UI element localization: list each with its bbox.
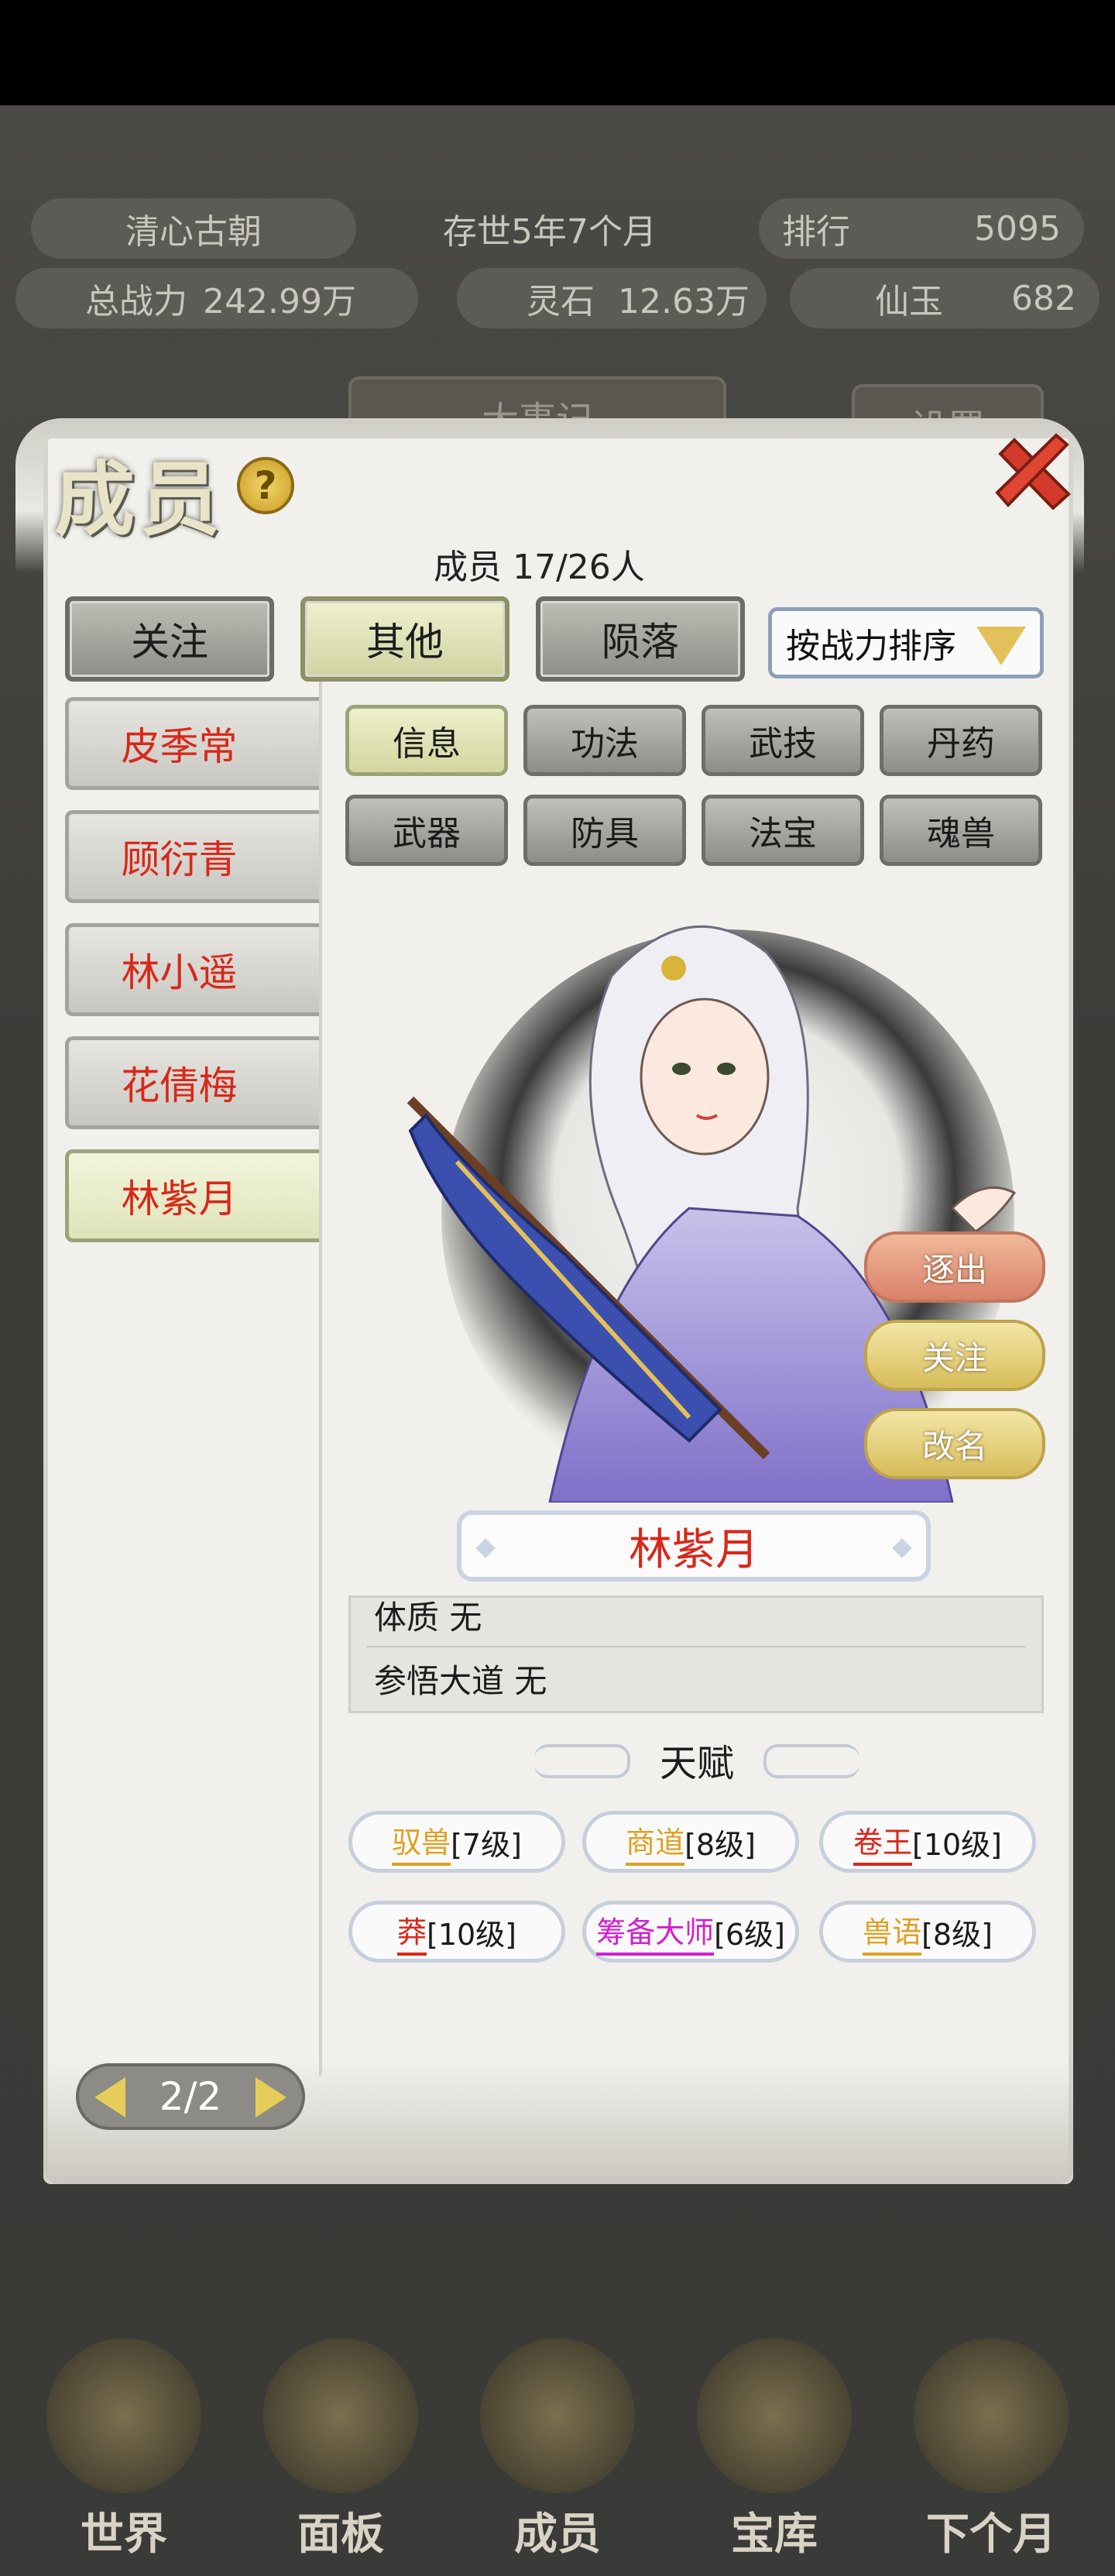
- rank-value: 5095: [974, 208, 1061, 249]
- rank-label: 排行: [782, 212, 850, 252]
- panel-title: 成员: [54, 452, 225, 547]
- member-list-item-selected[interactable]: 林紫月: [65, 1149, 321, 1242]
- rank-display[interactable]: 排行 5095: [759, 198, 1084, 259]
- sect-name: 清心古朝: [31, 198, 356, 259]
- sect-age: 存世5年7个月: [443, 212, 657, 252]
- member-list-item[interactable]: 林小遥: [65, 923, 321, 1016]
- status-bar: [0, 0, 1115, 105]
- category-weapons-button[interactable]: 武器: [345, 795, 508, 866]
- help-icon[interactable]: ?: [237, 457, 294, 514]
- sort-label: 按战力排序: [786, 627, 956, 666]
- talent-header: 天赋: [534, 1729, 859, 1791]
- talent-badge[interactable]: 商道 [8级]: [582, 1811, 799, 1873]
- tab-followed[interactable]: 关注: [65, 596, 274, 682]
- member-list-item[interactable]: 皮季常: [65, 697, 321, 790]
- world-icon: [46, 2338, 201, 2493]
- nav-panel-button[interactable]: 面板: [248, 2313, 434, 2576]
- members-icon: [480, 2338, 635, 2493]
- treasury-icon: [697, 2338, 852, 2493]
- tab-fallen[interactable]: 陨落: [536, 596, 745, 682]
- talent-badge[interactable]: 莽 [10级]: [348, 1901, 565, 1963]
- nav-treasury-button[interactable]: 宝库: [681, 2313, 867, 2576]
- scroll-ornament-icon: [534, 1744, 630, 1778]
- member-count: 成员 17/26人: [434, 548, 645, 587]
- expel-button[interactable]: 逐出: [864, 1231, 1045, 1303]
- category-techniques-button[interactable]: 功法: [523, 705, 686, 776]
- immortal-jade: 仙玉 682: [790, 268, 1100, 328]
- character-name-plate: 林紫月: [457, 1510, 931, 1582]
- dao-comprehension-line: 参悟大道 无: [374, 1662, 547, 1700]
- panel-divider: [319, 682, 322, 2076]
- nav-world-button[interactable]: 世界: [31, 2313, 217, 2576]
- category-info-button[interactable]: 信息: [345, 705, 508, 776]
- rename-button[interactable]: 改名: [864, 1408, 1045, 1479]
- scroll-ornament-icon: [763, 1744, 859, 1778]
- info-divider: [366, 1646, 1026, 1647]
- category-armor-button[interactable]: 防具: [523, 795, 686, 866]
- talent-badge[interactable]: 筹备大师 [6级]: [582, 1901, 799, 1963]
- member-list-item[interactable]: 顾衍青: [65, 810, 321, 903]
- category-soul-beasts-button[interactable]: 魂兽: [880, 795, 1042, 866]
- category-artifacts-button[interactable]: 法宝: [702, 795, 864, 866]
- next-month-icon: [914, 2338, 1069, 2493]
- chevron-down-icon: [976, 627, 1026, 665]
- panel-icon: [263, 2338, 418, 2493]
- page-indicator: 2/2: [159, 2074, 222, 2119]
- arrow-left-icon[interactable]: [94, 2077, 125, 2117]
- constitution-line: 体质 无: [374, 1599, 482, 1637]
- follow-button[interactable]: 关注: [864, 1320, 1045, 1391]
- pagination: 2/2: [76, 2063, 305, 2130]
- close-icon[interactable]: [991, 431, 1076, 516]
- total-power: 总战力 242.99万: [15, 268, 418, 328]
- sort-dropdown[interactable]: 按战力排序: [768, 607, 1044, 678]
- arrow-right-icon[interactable]: [256, 2077, 286, 2117]
- tab-others[interactable]: 其他: [300, 596, 509, 682]
- spirit-stone: 灵石 12.63万: [457, 268, 767, 328]
- member-list-item[interactable]: 花倩梅: [65, 1036, 321, 1129]
- info-scroll-area[interactable]: 体质 无 参悟大道 无: [348, 1595, 1044, 1713]
- talent-badge[interactable]: 兽语 [8级]: [819, 1901, 1036, 1963]
- talent-badge[interactable]: 驭兽 [7级]: [348, 1811, 565, 1873]
- category-pills-button[interactable]: 丹药: [880, 705, 1042, 776]
- category-martial-skills-button[interactable]: 武技: [702, 705, 864, 776]
- nav-next-month-button[interactable]: 下个月: [898, 2313, 1084, 2576]
- diamond-ornament-icon: [475, 1538, 496, 1558]
- diamond-ornament-icon: [892, 1538, 912, 1558]
- character-name: 林紫月: [629, 1524, 759, 1575]
- nav-members-button[interactable]: 成员: [465, 2313, 650, 2576]
- talent-badge[interactable]: 卷王 [10级]: [819, 1811, 1036, 1873]
